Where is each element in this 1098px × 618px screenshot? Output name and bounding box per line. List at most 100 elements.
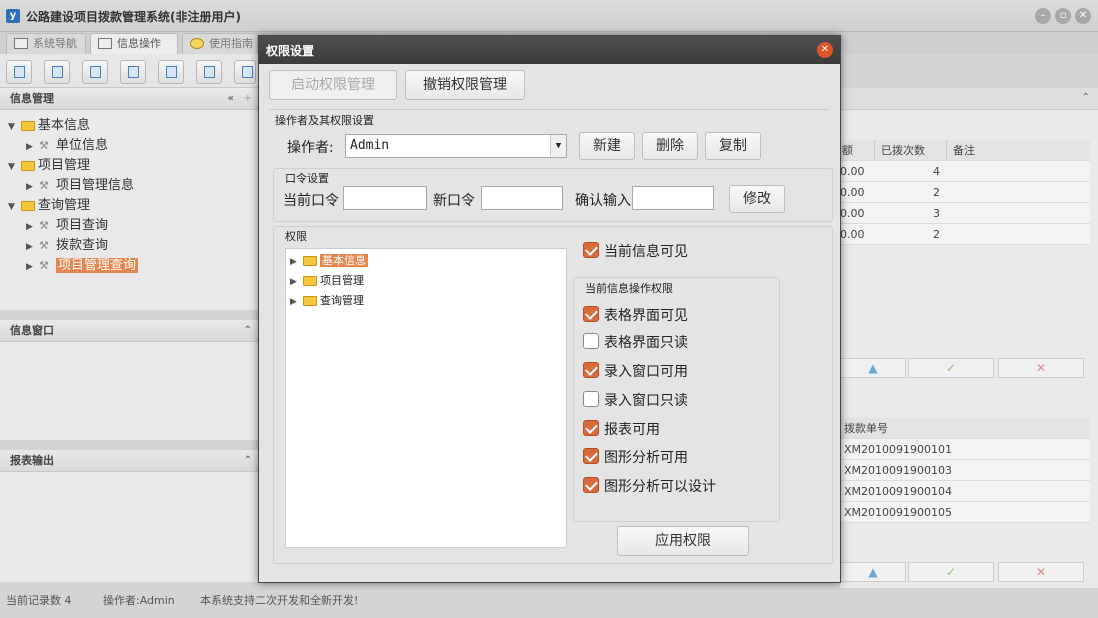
delete-operator-button[interactable]: 删除 — [642, 132, 698, 160]
table-row[interactable]: XM2010091900103 — [840, 460, 1090, 481]
tree-item-project-query[interactable]: ▶ ⚒ 项目查询 — [8, 216, 258, 236]
tree-item-basic-info[interactable]: ▼ 基本信息 — [8, 116, 258, 136]
tab-info-operation[interactable]: 信息操作 — [90, 33, 178, 54]
list-icon[interactable] — [44, 60, 70, 84]
current-password-label: 当前口令 — [283, 193, 339, 209]
confirm-password-input[interactable] — [632, 186, 714, 210]
cancel-button-2[interactable]: ✕ — [998, 562, 1084, 582]
revoke-permission-button[interactable]: 撤销权限管理 — [405, 70, 525, 100]
dialog-close-icon[interactable]: ✕ — [817, 42, 833, 58]
print-icon[interactable] — [234, 60, 256, 84]
collapse-icon[interactable]: ⌃ — [1082, 92, 1090, 103]
status-bar: 当前记录数 4 操作者:Admin 本系统支持二次开发和全新开发! — [0, 590, 1098, 618]
op-label: 报表可用 — [604, 422, 660, 438]
tree-label: 拨款查询 — [56, 238, 109, 253]
expanded-arrow-icon[interactable]: ▼ — [8, 197, 18, 217]
status-message: 本系统支持二次开发和全新开发! — [200, 594, 359, 607]
table-readonly-checkbox[interactable] — [583, 333, 599, 349]
add-icon[interactable]: + — [244, 88, 252, 110]
entry-enabled-checkbox[interactable] — [583, 362, 599, 378]
tab-system-nav[interactable]: 系统导航 — [6, 33, 86, 54]
tree-label-selected: 基本信息 — [320, 254, 368, 267]
collapsed-arrow-icon[interactable]: ▶ — [26, 137, 36, 157]
close-window-button[interactable]: ✕ — [1075, 8, 1091, 24]
info-mgmt-tree: ▼ 基本信息 ▶ ⚒ 单位信息 ▼ 项目管理 ▶ ⚒ 项目管理信息 ▼ 查询管理 ▶ ⚒ 项目查询… — [0, 110, 260, 310]
new-operator-button[interactable]: 新建 — [579, 132, 635, 160]
tree-item-project-mgmt-info[interactable]: ▶ ⚒ 项目管理信息 — [8, 176, 258, 196]
current-password-input[interactable] — [343, 186, 427, 210]
folder-icon — [303, 296, 317, 306]
perm-tree-item-basic[interactable]: ▶ 基本信息 — [290, 251, 368, 271]
window-titlebar: y 公路建设项目拨款管理系统(非注册用户) – ▫ ✕ — [0, 0, 1098, 32]
tree-item-project-mgmt[interactable]: ▼ 项目管理 — [8, 156, 258, 176]
collapsed-arrow-icon[interactable]: ▶ — [26, 257, 36, 277]
collapsed-arrow-icon[interactable]: ▶ — [26, 177, 36, 197]
confirm-button[interactable]: ✓ — [908, 358, 994, 378]
permission-dialog: 权限设置 ✕ 启动权限管理 撤销权限管理 操作者及其权限设置 操作者: Admi… — [258, 35, 841, 583]
chart-enabled-checkbox[interactable] — [583, 448, 599, 464]
export-icon[interactable] — [196, 60, 222, 84]
tree-item-project-mgmt-query[interactable]: ▶ ⚒ 项目管理查询 — [8, 256, 258, 276]
chart-design-checkbox[interactable] — [583, 477, 599, 493]
tree-label: 查询管理 — [320, 294, 364, 307]
table-row[interactable]: XM2010091900101 — [840, 439, 1090, 460]
collapse-icon[interactable]: ⌃ — [244, 450, 252, 472]
folder-icon — [303, 276, 317, 286]
window-icon[interactable] — [158, 60, 184, 84]
info-window-body — [0, 342, 260, 440]
expanded-arrow-icon[interactable]: ▼ — [8, 117, 18, 137]
tab-user-guide[interactable]: 使用指南 — [182, 33, 258, 54]
permission-group-title: 权限 — [285, 230, 307, 243]
table-row[interactable]: 0.00 4 — [840, 161, 1090, 182]
enable-permission-button[interactable]: 启动权限管理 — [269, 70, 397, 100]
move-up-button[interactable]: ▲ — [840, 358, 906, 378]
tool-icon: ⚒ — [39, 238, 49, 252]
modify-password-button[interactable]: 修改 — [729, 185, 785, 213]
op-label: 表格界面可见 — [604, 308, 688, 324]
tree-item-query-mgmt[interactable]: ▼ 查询管理 — [8, 196, 258, 216]
document-icon[interactable] — [82, 60, 108, 84]
new-password-input[interactable] — [481, 186, 563, 210]
collapsed-arrow-icon[interactable]: ▶ — [26, 237, 36, 257]
op-label: 图形分析可以设计 — [604, 479, 716, 495]
perm-tree-item-query[interactable]: ▶ 查询管理 — [290, 291, 364, 311]
tool-icon: ⚒ — [39, 218, 49, 232]
chevron-down-icon[interactable]: ▼ — [550, 135, 566, 157]
maximize-button[interactable]: ▫ — [1055, 8, 1071, 24]
table-visible-checkbox[interactable] — [583, 306, 599, 322]
cancel-button[interactable]: ✕ — [998, 358, 1084, 378]
confirm-password-label: 确认输入 — [575, 193, 631, 209]
collapsed-arrow-icon[interactable]: ▶ — [290, 292, 300, 312]
dialog-title: 权限设置 — [266, 44, 315, 58]
tree-item-funding-query[interactable]: ▶ ⚒ 拨款查询 — [8, 236, 258, 256]
minimize-button[interactable]: – — [1035, 8, 1051, 24]
expanded-arrow-icon[interactable]: ▼ — [8, 157, 18, 177]
collapse-icon[interactable]: ⌃ — [244, 320, 252, 342]
confirm-button-2[interactable]: ✓ — [908, 562, 994, 582]
collapsed-arrow-icon[interactable]: ▶ — [290, 272, 300, 292]
search-icon[interactable] — [6, 60, 32, 84]
current-visible-checkbox[interactable] — [583, 242, 599, 258]
col-header: 已拨次数 — [874, 140, 946, 160]
tab-label: 使用指南 — [209, 37, 253, 50]
table-row[interactable]: XM2010091900104 — [840, 481, 1090, 502]
tree-item-unit-info[interactable]: ▶ ⚒ 单位信息 — [8, 136, 258, 156]
dialog-titlebar: 权限设置 ✕ — [259, 36, 840, 64]
report-enabled-checkbox[interactable] — [583, 420, 599, 436]
monitor-icon — [14, 38, 28, 49]
copy-operator-button[interactable]: 复制 — [705, 132, 761, 160]
table-row[interactable]: 0.00 3 — [840, 203, 1090, 224]
entry-readonly-checkbox[interactable] — [583, 391, 599, 407]
apply-permission-button[interactable]: 应用权限 — [617, 526, 749, 556]
table-row[interactable]: 0.00 2 — [840, 182, 1090, 203]
collapse-left-icon[interactable]: « — [228, 88, 234, 110]
collapsed-arrow-icon[interactable]: ▶ — [290, 252, 300, 272]
move-up-button-2[interactable]: ▲ — [840, 562, 906, 582]
table-row[interactable]: 0.00 2 — [840, 224, 1090, 245]
operator-select[interactable]: Admin ▼ — [345, 134, 567, 158]
perm-tree-item-project[interactable]: ▶ 项目管理 — [290, 271, 364, 291]
users-icon[interactable] — [120, 60, 146, 84]
collapsed-arrow-icon[interactable]: ▶ — [26, 217, 36, 237]
table-row[interactable]: XM2010091900105 — [840, 502, 1090, 523]
cell: 3 — [933, 207, 940, 220]
